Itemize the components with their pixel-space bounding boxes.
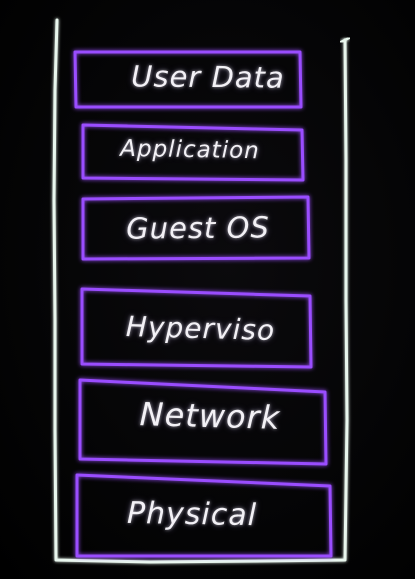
- layer-label-guest-os: Guest OS: [126, 210, 270, 246]
- layer-label-application: Application: [120, 135, 260, 165]
- layer-label-physical: Physical: [126, 495, 258, 534]
- blackboard: User Data Application Guest OS Hyperviso…: [0, 0, 415, 579]
- layer-label-network: Network: [139, 395, 281, 437]
- layer-label-hypervisor: Hyperviso: [125, 310, 276, 347]
- layer-label-user-data: User Data: [131, 59, 285, 95]
